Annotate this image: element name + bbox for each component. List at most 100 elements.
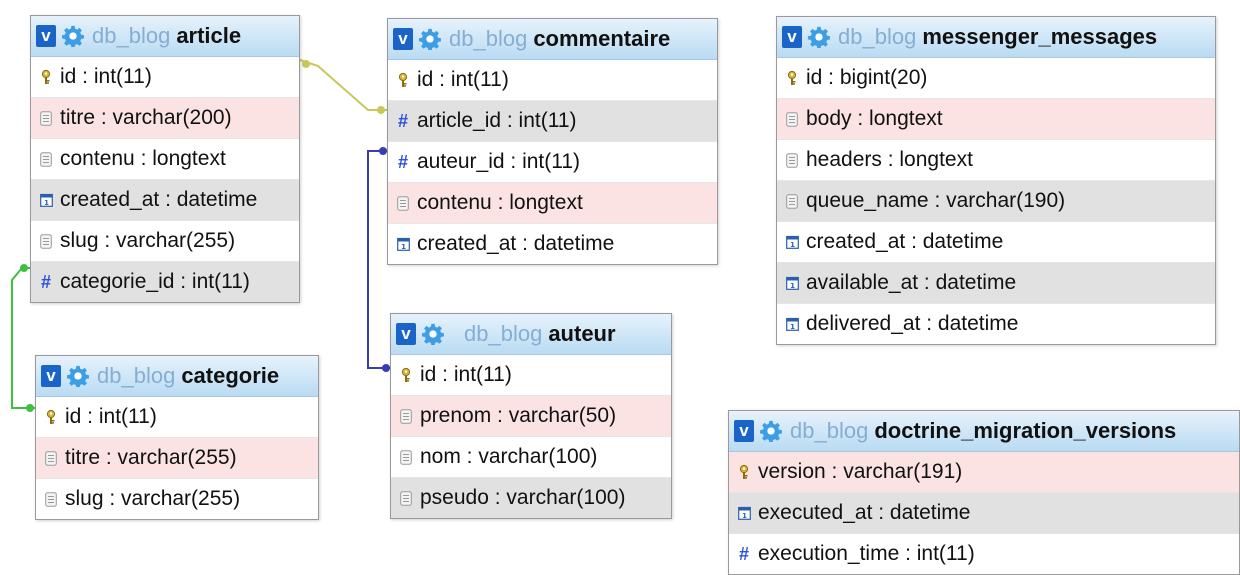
column-row[interactable]: # auteur_id : int(11) <box>388 142 717 183</box>
table-auteur[interactable]: v db_blog auteur id : int(11) prenom : va… <box>390 313 672 519</box>
gear-icon[interactable] <box>67 365 89 387</box>
db-name: db_blog <box>449 26 528 51</box>
table-commentaire[interactable]: v db_blog commentaire id : int(11) # artic… <box>387 18 718 265</box>
column-row[interactable]: 1 executed_at : datetime <box>729 493 1239 534</box>
column-row[interactable]: titre : varchar(255) <box>36 438 318 479</box>
svg-text:1: 1 <box>790 282 795 290</box>
text-icon <box>39 110 53 126</box>
table-name: auteur <box>548 321 616 346</box>
text-icon <box>44 450 58 466</box>
column-label: execution_time : int(11) <box>758 542 975 565</box>
text-icon <box>785 111 799 127</box>
table-categorie[interactable]: v db_blog categorie id : int(11) titre : … <box>35 355 319 520</box>
svg-text:1: 1 <box>742 512 747 520</box>
column-label: delivered_at : datetime <box>806 312 1019 335</box>
text-icon <box>39 151 53 167</box>
toggle-v-icon[interactable]: v <box>36 25 56 47</box>
column-label: nom : varchar(100) <box>420 445 598 468</box>
hash-icon: # <box>40 271 51 292</box>
table-name: categorie <box>181 363 280 388</box>
column-row[interactable]: version : varchar(191) <box>729 452 1239 493</box>
hash-icon: # <box>738 543 749 564</box>
toggle-v-icon[interactable]: v <box>41 365 61 387</box>
column-row[interactable]: id : int(11) <box>31 57 299 98</box>
column-row[interactable]: body : longtext <box>777 99 1215 140</box>
gear-icon[interactable] <box>808 26 830 48</box>
key-icon <box>44 409 58 425</box>
hash-icon: # <box>397 110 408 131</box>
text-icon <box>39 233 53 249</box>
column-row[interactable]: 1 available_at : datetime <box>777 263 1215 304</box>
table-article[interactable]: v db_blog article id : int(11) titre : va… <box>30 15 300 303</box>
db-name: db_blog <box>790 418 869 443</box>
toggle-v-icon[interactable]: v <box>782 26 802 48</box>
key-icon <box>785 70 799 86</box>
column-label: id : int(11) <box>65 405 157 428</box>
column-row[interactable]: 1 delivered_at : datetime <box>777 304 1215 344</box>
table-header[interactable]: v db_blog auteur <box>391 314 671 355</box>
hash-icon: # <box>397 151 408 172</box>
column-row[interactable]: id : int(11) <box>391 355 671 396</box>
column-label: created_at : datetime <box>417 232 615 255</box>
column-label: created_at : datetime <box>806 230 1004 253</box>
column-label: executed_at : datetime <box>758 501 971 524</box>
key-icon <box>39 69 53 85</box>
table-messenger-messages[interactable]: v db_blog messenger_messages id : bigint… <box>776 16 1216 345</box>
column-row[interactable]: pseudo : varchar(100) <box>391 478 671 518</box>
column-row[interactable]: headers : longtext <box>777 140 1215 181</box>
toggle-v-icon[interactable]: v <box>393 28 413 50</box>
table-header[interactable]: v db_blog categorie <box>36 356 318 397</box>
column-row[interactable]: id : int(11) <box>388 60 717 101</box>
table-header[interactable]: v db_blog commentaire <box>388 19 717 60</box>
gear-icon[interactable] <box>422 323 444 345</box>
table-header[interactable]: v db_blog doctrine_migration_versions <box>729 411 1239 452</box>
column-label: categorie_id : int(11) <box>60 270 250 293</box>
column-row[interactable]: # article_id : int(11) <box>388 101 717 142</box>
text-icon <box>44 491 58 507</box>
column-label: article_id : int(11) <box>417 109 577 132</box>
text-icon <box>399 408 413 424</box>
calendar-icon: 1 <box>737 505 751 521</box>
table-doctrine-migration-versions[interactable]: v db_blog doctrine_migration_versions ve… <box>728 410 1240 575</box>
toggle-v-icon[interactable]: v <box>734 420 754 442</box>
column-label: id : int(11) <box>420 363 512 386</box>
column-row[interactable]: 1 created_at : datetime <box>31 180 299 221</box>
table-header[interactable]: v db_blog article <box>31 16 299 57</box>
gear-icon[interactable] <box>419 28 441 50</box>
column-row[interactable]: titre : varchar(200) <box>31 98 299 139</box>
calendar-icon: 1 <box>785 275 799 291</box>
column-row[interactable]: id : int(11) <box>36 397 318 438</box>
column-label: pseudo : varchar(100) <box>420 486 626 509</box>
db-name: db_blog <box>838 24 917 49</box>
toggle-v-icon[interactable]: v <box>396 323 416 345</box>
table-name: messenger_messages <box>922 24 1158 49</box>
calendar-icon: 1 <box>785 234 799 250</box>
column-label: contenu : longtext <box>417 191 583 214</box>
column-row[interactable]: 1 created_at : datetime <box>777 222 1215 263</box>
column-label: prenom : varchar(50) <box>420 404 617 427</box>
column-row[interactable]: queue_name : varchar(190) <box>777 181 1215 222</box>
column-row[interactable]: slug : varchar(255) <box>36 479 318 519</box>
column-row[interactable]: contenu : longtext <box>388 183 717 224</box>
column-label: auteur_id : int(11) <box>417 150 581 173</box>
column-row[interactable]: slug : varchar(255) <box>31 221 299 262</box>
db-name: db_blog <box>92 23 171 48</box>
column-row[interactable]: id : bigint(20) <box>777 58 1215 99</box>
key-icon <box>399 367 413 383</box>
svg-text:1: 1 <box>401 243 406 251</box>
text-icon <box>785 193 799 209</box>
column-label: created_at : datetime <box>60 188 258 211</box>
gear-icon[interactable] <box>62 25 84 47</box>
column-label: titre : varchar(200) <box>60 106 232 129</box>
table-header[interactable]: v db_blog messenger_messages <box>777 17 1215 58</box>
column-row[interactable]: contenu : longtext <box>31 139 299 180</box>
column-row[interactable]: nom : varchar(100) <box>391 437 671 478</box>
gear-icon[interactable] <box>760 420 782 442</box>
column-row[interactable]: 1 created_at : datetime <box>388 224 717 264</box>
column-row[interactable]: prenom : varchar(50) <box>391 396 671 437</box>
column-label: version : varchar(191) <box>758 460 963 483</box>
column-row[interactable]: # execution_time : int(11) <box>729 534 1239 574</box>
text-icon <box>399 490 413 506</box>
relation-article-commentaire <box>299 59 387 114</box>
column-row[interactable]: # categorie_id : int(11) <box>31 262 299 302</box>
